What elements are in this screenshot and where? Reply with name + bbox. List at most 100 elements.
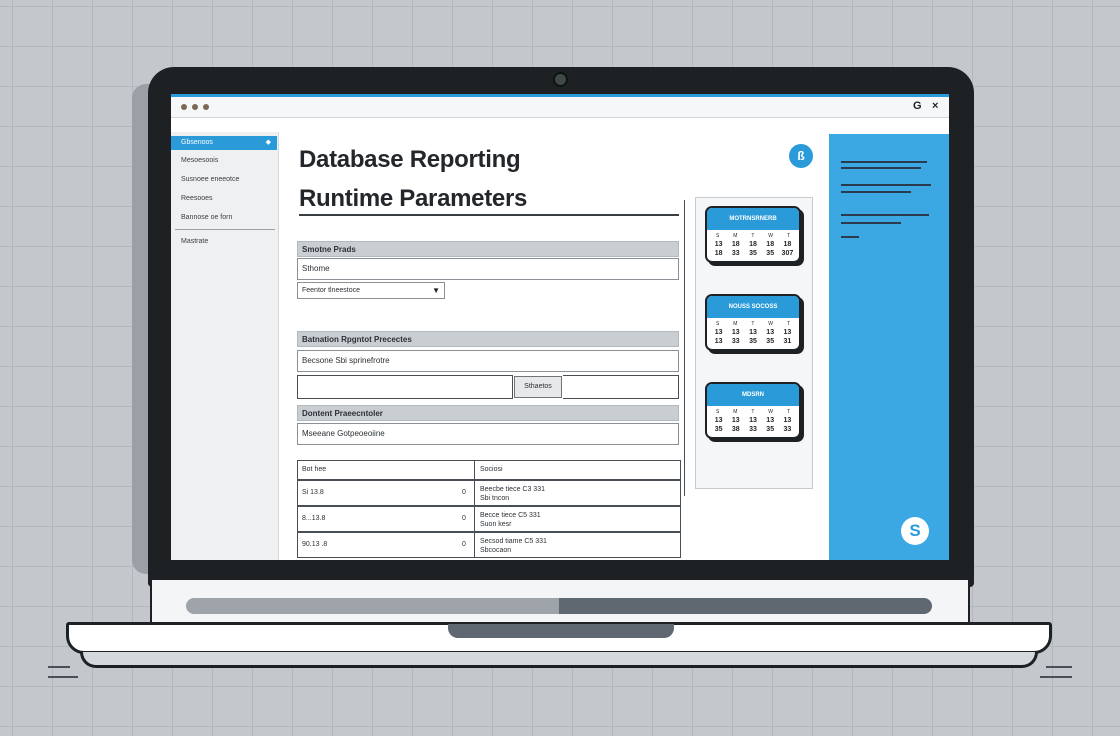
calendar-date[interactable]: 13	[762, 329, 779, 336]
text-placeholder-line	[841, 191, 911, 193]
weekday-label: W	[768, 321, 774, 327]
calendar-date[interactable]: 13	[710, 338, 727, 345]
desk-line	[1040, 676, 1072, 678]
calendar-grid: 13 13 13 13 13 13 33 35 35 31	[707, 328, 799, 349]
calendar-date[interactable]: 33	[727, 250, 744, 257]
calendar-date[interactable]: 35	[744, 338, 761, 345]
section-header-1: Smotne Prads	[297, 241, 679, 257]
calendar-widget[interactable]: MDSRN S M T W T 13 13 13 13 13 35 38 33	[705, 382, 801, 439]
chevron-down-icon: ▼	[432, 286, 440, 295]
app-window: G × Gbsenoos ◆ Mesoesoois Susnoee eneeot…	[171, 94, 949, 560]
table-header-cell: Bot hee	[302, 466, 327, 473]
calendar-date[interactable]: 35	[762, 426, 779, 433]
desk-line	[48, 676, 78, 678]
weekday-label: T	[786, 233, 791, 239]
window-close-icon[interactable]: ×	[932, 100, 938, 112]
sidebar-item-label: Gbsenoos	[181, 139, 213, 146]
section2-field[interactable]: Becsone Sbi sprinefrotre	[297, 350, 679, 372]
table-cell: 90.13 .8	[302, 541, 328, 548]
calendar-date[interactable]: 33	[727, 338, 744, 345]
select-value: Feentor tlneestoce	[302, 287, 360, 294]
webcam-icon	[553, 72, 568, 87]
chevron-down-icon: ◆	[265, 139, 271, 146]
calendar-date[interactable]: 13	[762, 417, 779, 424]
calendar-date[interactable]: 13	[710, 329, 727, 336]
calendar-grid: 13 18 18 18 18 18 33 35 35 307	[707, 240, 799, 261]
weekday-label: T	[786, 409, 791, 415]
sidebar: Gbsenoos ◆ Mesoesoois Susnoee eneeotce R…	[171, 132, 279, 560]
calendar-date[interactable]: 33	[744, 426, 761, 433]
calendar-date[interactable]: 18	[779, 241, 796, 248]
laptop-base-bottom	[80, 652, 1038, 668]
column-divider	[474, 507, 475, 531]
sidebar-item-label: Reesooes	[181, 195, 213, 202]
calendar-title: MDSRN	[707, 384, 799, 406]
calendar-weekdays: S M T W T	[707, 406, 799, 416]
section1-field[interactable]: Sthome	[297, 258, 679, 280]
calendar-date[interactable]: 31	[779, 338, 796, 345]
section2-input-tail[interactable]	[563, 375, 679, 399]
weekday-label: W	[768, 409, 774, 415]
sidebar-item-label: Bannose oe forn	[181, 214, 233, 221]
window-maximize-dot[interactable]	[203, 104, 209, 110]
calendar-date[interactable]: 307	[779, 250, 796, 257]
table-row[interactable]: 8...13.8 0 Becce tiece C5 331 Suon kesr	[297, 506, 681, 532]
title-divider	[299, 214, 679, 216]
sidebar-divider	[175, 229, 275, 230]
section2-text-input[interactable]	[297, 375, 513, 399]
calendar-date[interactable]: 18	[762, 241, 779, 248]
calendar-date[interactable]: 18	[710, 250, 727, 257]
table-row[interactable]: 90.13 .8 0 Secsod tiame C5 331 Sbcocaon	[297, 532, 681, 558]
sidebar-item-4[interactable]: Reesooes	[171, 192, 277, 206]
table-cell-text: Beecbe tiece C3 331	[480, 486, 545, 493]
calendar-title: MOTRNSRNERB	[707, 208, 799, 230]
table-header-cell: Sociosi	[480, 466, 503, 473]
text-placeholder-line	[841, 161, 927, 163]
calendar-date[interactable]: 13	[744, 329, 761, 336]
weekday-label: W	[768, 233, 774, 239]
laptop-chin-bar	[186, 598, 932, 614]
window-minimize-dot[interactable]	[192, 104, 198, 110]
calendar-date[interactable]: 18	[727, 241, 744, 248]
calendar-date[interactable]: 13	[779, 329, 796, 336]
sidebar-item-3[interactable]: Susnoee eneeotce	[171, 173, 277, 187]
calendar-widget[interactable]: MOTRNSRNERB S M T W T 13 18 18 18 18 18 …	[705, 206, 801, 263]
calendar-date[interactable]: 35	[762, 338, 779, 345]
section3-field[interactable]: Mseeane Gotpeoeoiine	[297, 423, 679, 445]
calendar-date[interactable]: 35	[710, 426, 727, 433]
column-divider	[474, 481, 475, 505]
calendar-date[interactable]: 13	[727, 329, 744, 336]
calendar-date[interactable]: 18	[744, 241, 761, 248]
window-close-dot[interactable]	[181, 104, 187, 110]
sidebar-item-label: Mesoesoois	[181, 157, 219, 164]
calendar-date[interactable]: 13	[744, 417, 761, 424]
weekday-label: M	[733, 321, 738, 327]
sidebar-item-2[interactable]: Mesoesoois	[171, 154, 277, 168]
calendar-date[interactable]: 13	[727, 417, 744, 424]
sidebar-item-6[interactable]: Mastrate	[171, 235, 277, 249]
table-cell: 8...13.8	[302, 515, 326, 522]
calendar-date[interactable]: 38	[727, 426, 744, 433]
calendar-date[interactable]: 13	[710, 417, 727, 424]
table-cell: Secsod tiame C5 331 Sbcocaon	[476, 533, 551, 559]
section1-select[interactable]: Feentor tlneestoce ▼	[297, 282, 445, 299]
calendar-widget[interactable]: NOUSS SOCOSS S M T W T 13 13 13 13 13 13…	[705, 294, 801, 351]
sidebar-item-5[interactable]: Bannose oe forn	[171, 211, 277, 225]
content-divider	[684, 200, 685, 496]
window-settings-icon[interactable]: G	[913, 100, 922, 112]
brand-logo-icon[interactable]: S	[901, 517, 929, 545]
table-cell: Becce tiece C5 331 Suon kesr	[476, 507, 545, 533]
laptop-hinge	[448, 624, 674, 638]
help-icon[interactable]: ß	[789, 144, 813, 168]
calendar-date[interactable]: 13	[710, 241, 727, 248]
calendar-date[interactable]: 13	[779, 417, 796, 424]
table-row[interactable]: Si 13.8 0 Beecbe tiece C3 331 Sbi tncon	[297, 480, 681, 506]
weekday-label: S	[715, 321, 720, 327]
calendar-date[interactable]: 35	[762, 250, 779, 257]
calendar-date[interactable]: 33	[779, 426, 796, 433]
text-placeholder-line	[841, 184, 931, 186]
text-placeholder-line	[841, 222, 901, 224]
calendar-date[interactable]: 35	[744, 250, 761, 257]
sidebar-item-1[interactable]: Gbsenoos ◆	[171, 136, 277, 150]
section2-action-button[interactable]: Sthaetos	[514, 376, 562, 398]
